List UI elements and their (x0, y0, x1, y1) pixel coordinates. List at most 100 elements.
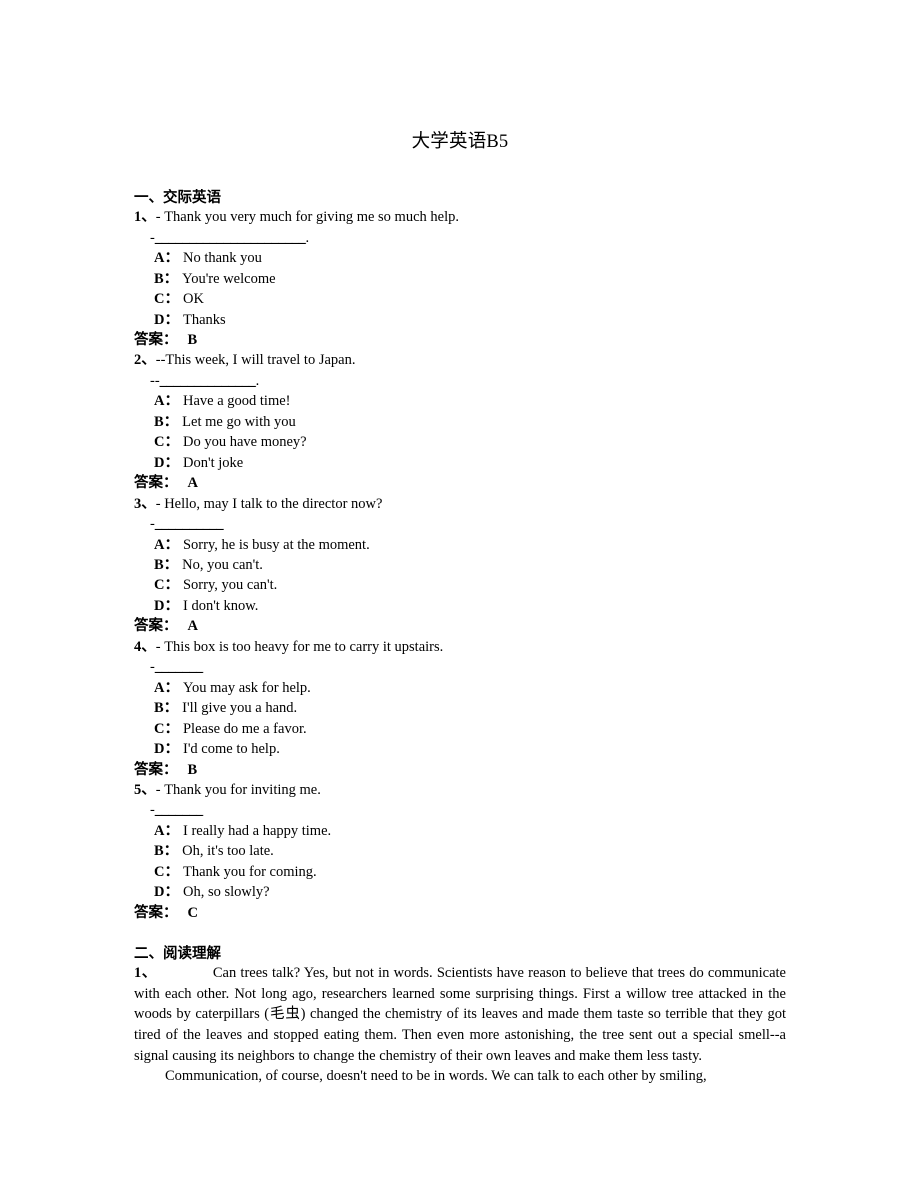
option-text: Sorry, he is busy at the moment. (182, 536, 370, 553)
option-c[interactable]: C： Sorry, you can't. (154, 575, 786, 595)
answer-value: A (187, 475, 198, 492)
option-list: A： No thank you B： You're welcome C： OK D： T… (134, 248, 786, 330)
option-text: You're welcome (182, 270, 276, 287)
option-text: I'd come to help. (182, 741, 280, 758)
answer-row: 答案： B (134, 330, 786, 350)
option-a[interactable]: A： No thank you (154, 248, 786, 268)
option-letter: D： (154, 884, 179, 901)
question-blank-line: -_______ (134, 657, 786, 677)
answer-label: 答案： (134, 761, 178, 778)
answer-row: 答案： C (134, 903, 786, 923)
question-item: 2、--This week, I will travel to Japan. -… (134, 350, 786, 493)
option-letter: B： (154, 700, 179, 717)
option-text: No, you can't. (182, 557, 263, 574)
answer-blank: ______________ (159, 372, 256, 389)
answer-value: C (187, 904, 198, 921)
question-blank-line: --______________. (134, 371, 786, 391)
option-d[interactable]: D： Oh, so slowly? (154, 882, 786, 902)
answer-value: B (187, 332, 198, 349)
option-letter: A： (154, 679, 179, 696)
option-c[interactable]: C： Thank you for coming. (154, 862, 786, 882)
option-letter: C： (154, 291, 179, 308)
section-heading-reading-comprehension: 二、阅读理解 (134, 946, 221, 963)
option-a[interactable]: A： I really had a happy time. (154, 821, 786, 841)
answer-label: 答案： (134, 475, 178, 492)
option-text: Have a good time! (182, 393, 291, 410)
option-text: Don't joke (182, 454, 244, 471)
option-d[interactable]: D： I don't know. (154, 596, 786, 616)
document-page: 大学英语B5 一、交际英语 1、 - Thank you very much fo… (0, 0, 920, 1191)
option-d[interactable]: D： I'd come to help. (154, 739, 786, 759)
blank-suffix: . (255, 372, 260, 389)
question-item: 4、- This box is too heavy for me to carr… (134, 637, 786, 780)
question-stem: 3、- Hello, may I talk to the director no… (134, 494, 786, 514)
option-b[interactable]: B： You're welcome (154, 269, 786, 289)
option-a[interactable]: A： Have a good time! (154, 391, 786, 411)
option-text: Thank you for coming. (182, 863, 317, 880)
option-letter: D： (154, 454, 179, 471)
reading-paragraph-1-text: Can trees talk? Yes, but not in words. S… (134, 965, 786, 1064)
option-letter: A： (154, 536, 179, 553)
option-letter: D： (154, 311, 179, 328)
answer-label: 答案： (134, 618, 178, 635)
option-b[interactable]: B： Let me go with you (154, 412, 786, 432)
answer-blank: _______ (154, 802, 203, 819)
question-number: 5、 (134, 782, 156, 798)
option-list: A： Sorry, he is busy at the moment. B： No,… (134, 535, 786, 617)
answer-row: 答案： A (134, 473, 786, 493)
question-text: --This week, I will travel to Japan. (155, 352, 356, 369)
answer-row: 答案： B (134, 760, 786, 780)
reading-number: 1、 (134, 965, 157, 982)
option-b[interactable]: B： I'll give you a hand. (154, 698, 786, 718)
option-letter: B： (154, 557, 179, 574)
answer-label: 答案： (134, 332, 178, 349)
reading-paragraph-2: Communication, of course, doesn't need t… (165, 1068, 707, 1085)
question-text: - This box is too heavy for me to carry … (155, 638, 444, 655)
option-text: I don't know. (182, 597, 259, 614)
blank-prefix: -- (150, 372, 160, 389)
question-stem: 5、- Thank you for inviting me. (134, 780, 786, 800)
option-letter: D： (154, 741, 179, 758)
option-text: Do you have money? (182, 434, 307, 451)
option-list: A： Have a good time! B： Let me go with you… (134, 391, 786, 473)
option-text: I really had a happy time. (182, 822, 332, 839)
question-stem: 2、--This week, I will travel to Japan. (134, 350, 786, 370)
option-letter: C： (154, 863, 179, 880)
answer-blank: ______________________ (154, 229, 306, 246)
option-c[interactable]: C： OK (154, 289, 786, 309)
option-text: I'll give you a hand. (182, 700, 298, 717)
option-text: OK (182, 291, 204, 308)
answer-label: 答案： (134, 904, 178, 921)
option-d[interactable]: D： Don't joke (154, 453, 786, 473)
option-b[interactable]: B： No, you can't. (154, 555, 786, 575)
option-a[interactable]: A： You may ask for help. (154, 678, 786, 698)
question-text: - Thank you very much for giving me so m… (155, 209, 459, 226)
option-c[interactable]: C： Please do me a favor. (154, 719, 786, 739)
option-text: Oh, it's too late. (182, 843, 274, 860)
option-text: Let me go with you (182, 413, 296, 430)
option-d[interactable]: D： Thanks (154, 310, 786, 330)
page-title: 大学英语B5 (411, 132, 509, 152)
question-number: 2、 (134, 352, 156, 369)
option-letter: C： (154, 577, 179, 594)
answer-value: A (187, 618, 198, 635)
option-letter: C： (154, 720, 179, 737)
option-letter: A： (154, 250, 179, 267)
option-c[interactable]: C： Do you have money? (154, 432, 786, 452)
option-text: No thank you (182, 250, 262, 267)
reading-passage-item: 1、 Can trees talk? Yes, but not in words.… (134, 963, 786, 1087)
section-heading-communicative-english: 一、交际英语 (134, 190, 221, 207)
answer-row: 答案： A (134, 616, 786, 636)
option-letter: B： (154, 270, 179, 287)
option-a[interactable]: A： Sorry, he is busy at the moment. (154, 535, 786, 555)
option-text: Sorry, you can't. (182, 577, 278, 594)
option-letter: A： (154, 822, 179, 839)
option-letter: B： (154, 843, 179, 860)
question-item: 3、- Hello, may I talk to the director no… (134, 494, 786, 637)
option-b[interactable]: B： Oh, it's too late. (154, 841, 786, 861)
option-letter: B： (154, 413, 179, 430)
answer-blank: _______ (154, 659, 203, 676)
question-blank-line: -__________ (134, 514, 786, 534)
option-list: A： You may ask for help. B： I'll give you … (134, 678, 786, 760)
question-stem: 4、- This box is too heavy for me to carr… (134, 637, 786, 657)
